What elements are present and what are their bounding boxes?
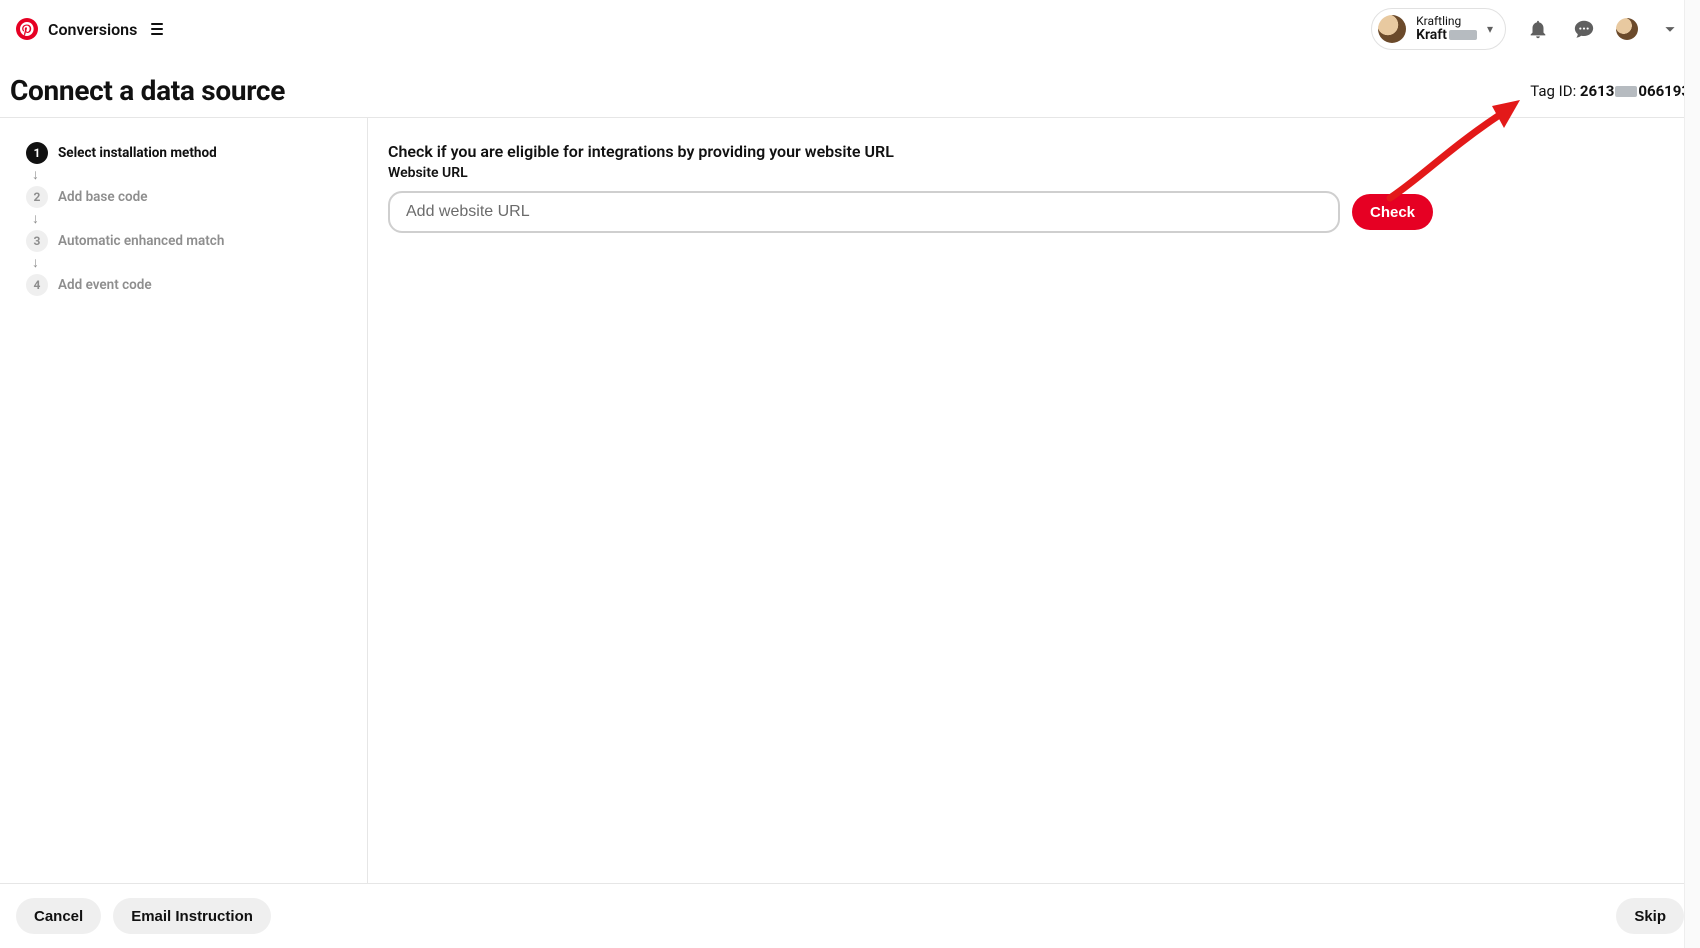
sidebar: 1 Select installation method ↓ 2 Add bas… [0, 118, 368, 883]
redacted-chip [1449, 30, 1477, 40]
step-number: 4 [26, 274, 48, 296]
step-number: 3 [26, 230, 48, 252]
step-label: Select installation method [58, 145, 217, 161]
step-2[interactable]: 2 Add base code [26, 186, 148, 208]
account-menu-chevron-icon[interactable] [1656, 15, 1684, 43]
avatar [1378, 15, 1406, 43]
email-instruction-button[interactable]: Email Instruction [113, 898, 271, 934]
website-url-input[interactable] [388, 191, 1340, 233]
notifications-icon[interactable] [1524, 15, 1552, 43]
title-row: Connect a data source Tag ID: 2613066193 [0, 58, 1700, 118]
cancel-button[interactable]: Cancel [16, 898, 101, 934]
instruction-text: Check if you are eligible for integratio… [388, 142, 1680, 161]
step-label: Automatic enhanced match [58, 233, 224, 249]
page-title: Connect a data source [10, 74, 285, 107]
menu-icon[interactable] [147, 19, 167, 39]
step-1[interactable]: 1 Select installation method [26, 142, 217, 164]
pinterest-logo-icon[interactable] [16, 18, 38, 40]
step-3[interactable]: 3 Automatic enhanced match [26, 230, 224, 252]
tag-id: Tag ID: 2613066193 [1530, 82, 1690, 100]
account-text: Kraftling Kraft [1416, 15, 1477, 44]
chevron-down-icon: ▾ [1487, 22, 1493, 36]
check-button[interactable]: Check [1352, 194, 1433, 230]
step-connector-icon: ↓ [26, 252, 39, 274]
step-4[interactable]: 4 Add event code [26, 274, 152, 296]
step-label: Add event code [58, 277, 152, 293]
nav-label[interactable]: Conversions [48, 20, 137, 39]
step-number: 2 [26, 186, 48, 208]
tag-id-value: 2613066193 [1580, 82, 1690, 100]
input-row: Check [388, 191, 1680, 233]
topbar-left: Conversions [16, 18, 167, 40]
topbar-right: Kraftling Kraft ▾ [1371, 8, 1684, 51]
content: Check if you are eligible for integratio… [368, 118, 1700, 883]
step-number: 1 [26, 142, 48, 164]
account-name-line2: Kraft [1416, 28, 1477, 43]
footer: Cancel Email Instruction Skip [0, 884, 1700, 948]
tag-id-label: Tag ID: [1530, 82, 1580, 100]
account-switcher[interactable]: Kraftling Kraft ▾ [1371, 8, 1506, 51]
field-label: Website URL [388, 165, 1680, 181]
steps: 1 Select installation method ↓ 2 Add bas… [26, 142, 347, 296]
redacted-chip [1615, 86, 1637, 97]
footer-left: Cancel Email Instruction [16, 898, 271, 934]
skip-button[interactable]: Skip [1616, 898, 1684, 934]
avatar-small[interactable] [1616, 18, 1638, 40]
step-connector-icon: ↓ [26, 208, 39, 230]
step-connector-icon: ↓ [26, 164, 39, 186]
topbar: Conversions Kraftling Kraft ▾ [0, 0, 1700, 58]
messages-icon[interactable] [1570, 15, 1598, 43]
scrollbar-track[interactable] [1684, 0, 1700, 948]
footer-right: Skip [1616, 898, 1684, 934]
step-label: Add base code [58, 189, 148, 205]
main: 1 Select installation method ↓ 2 Add bas… [0, 118, 1700, 884]
